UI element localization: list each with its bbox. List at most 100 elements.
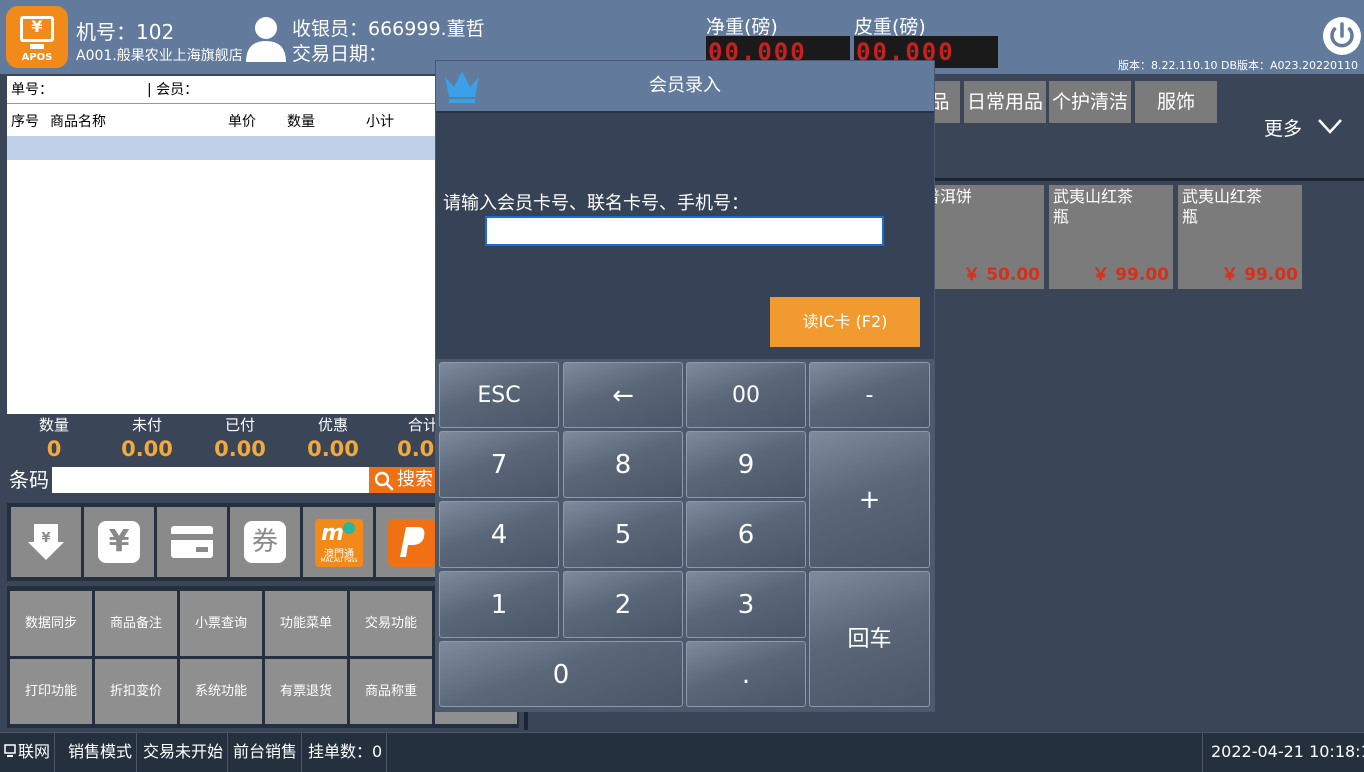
barcode-input[interactable]	[52, 467, 374, 493]
user-icon	[246, 17, 286, 62]
category-tab-apparel[interactable]: 服饰	[1135, 81, 1217, 123]
key-4[interactable]: 4	[439, 501, 559, 568]
key-5[interactable]: 5	[563, 501, 683, 568]
dialog-title-bar: 会员录入	[436, 61, 934, 111]
network-status: 联网	[0, 733, 56, 772]
tare-weight-label: 皮重(磅)	[854, 16, 926, 38]
key-0[interactable]: 0	[439, 641, 683, 707]
key-plus[interactable]: +	[809, 431, 930, 568]
trade-status: 交易未开始	[139, 733, 229, 772]
summary-paid: 已付 0.00	[214, 416, 266, 461]
machine-number: 机号：102	[76, 20, 175, 44]
trade-function-button[interactable]: 交易功能	[350, 591, 432, 656]
order-summary: 数量 0 未付 0.00 已付 0.00 优惠 0.00 合计 0.00	[7, 414, 449, 464]
col-unit-price: 单价	[228, 114, 256, 130]
product-weigh-button[interactable]: 商品称重	[350, 659, 432, 724]
key-8[interactable]: 8	[563, 431, 683, 498]
yuan-icon: ¥	[98, 521, 140, 563]
status-bar: 联网 销售模式 交易未开始 前台销售 挂单数：0 2022-04-21 10:1…	[0, 732, 1364, 772]
order-table-header: 序号 商品名称 单价 数量 小计	[7, 108, 439, 136]
key-double-zero[interactable]: 00	[686, 362, 806, 428]
numeric-keypad: ESC ← 00 - 7 8 9 + 4 5 6 1 2 3 回车 0 .	[436, 359, 934, 711]
order-list-panel: 单号： | 会员： 序号 商品名称 单价 数量 小计	[7, 76, 439, 414]
product-name: 武夷山红茶 瓶	[1053, 187, 1134, 226]
discount-price-button[interactable]: 折扣变价	[95, 659, 177, 724]
dialog-title: 会员录入	[649, 75, 721, 96]
key-2[interactable]: 2	[563, 571, 683, 638]
summary-quantity: 数量 0	[38, 416, 69, 461]
product-tile[interactable]: 武夷山红茶 瓶 ￥ 99.00	[1178, 185, 1302, 289]
card-payment-button[interactable]	[157, 507, 227, 577]
chevron-down-icon[interactable]	[1316, 116, 1344, 136]
product-name: 武夷山红茶 瓶	[1182, 187, 1263, 226]
col-subtotal: 小计	[366, 114, 394, 130]
function-menu-button[interactable]: 功能菜单	[265, 591, 347, 656]
col-seq: 序号	[11, 114, 39, 130]
key-minus[interactable]: -	[809, 362, 930, 428]
col-product-name: 商品名称	[50, 114, 106, 130]
member-prompt: 请输入会员卡号、联名卡号、手机号：	[443, 193, 749, 214]
receipt-return-button[interactable]: 有票退货	[265, 659, 347, 724]
cash-in-button[interactable]: ¥	[11, 507, 81, 577]
coupon-icon: 券	[244, 521, 286, 563]
sales-mode: 销售模式	[64, 733, 138, 772]
search-label: 搜索	[397, 469, 433, 490]
product-note-button[interactable]: 商品备注	[95, 591, 177, 656]
paypal-icon	[388, 519, 436, 567]
key-esc[interactable]: ESC	[439, 362, 559, 428]
macau-pass-icon: m 澳門通 MACAU Pass	[315, 519, 363, 567]
summary-unpaid: 未付 0.00	[121, 416, 173, 461]
barcode-label: 条码	[9, 468, 49, 492]
col-quantity: 数量	[287, 114, 315, 130]
member-number-input[interactable]	[485, 216, 884, 246]
paypal-button[interactable]	[376, 507, 439, 577]
store-name: A001.般果农业上海旗舰店	[76, 48, 243, 64]
key-9[interactable]: 9	[686, 431, 806, 498]
coupon-button[interactable]: 券	[230, 507, 300, 577]
key-6[interactable]: 6	[686, 501, 806, 568]
product-price: ￥ 50.00	[963, 265, 1040, 285]
read-ic-card-button[interactable]: 读IC卡 (F2)	[770, 297, 920, 347]
payment-bar: ¥ ¥ 券 m 澳門通 MACAU Pass	[7, 503, 439, 581]
order-info-row: 单号： | 会员：	[7, 76, 439, 104]
data-sync-button[interactable]: 数据同步	[10, 591, 92, 656]
member-entry-dialog: 会员录入 请输入会员卡号、联名卡号、手机号： 读IC卡 (F2) ESC ← 0…	[435, 60, 935, 712]
key-3[interactable]: 3	[686, 571, 806, 638]
macau-pass-button[interactable]: m 澳門通 MACAU Pass	[303, 507, 373, 577]
svg-text:¥: ¥	[41, 531, 50, 546]
print-function-button[interactable]: 打印功能	[10, 659, 92, 724]
key-enter[interactable]: 回车	[809, 571, 930, 707]
logo-text: APOS	[21, 52, 53, 63]
product-tile[interactable]: 武夷山红茶 瓶 ￥ 99.00	[1049, 185, 1173, 289]
divider	[436, 111, 934, 113]
system-function-button[interactable]: 系统功能	[180, 659, 262, 724]
version-info: 版本：8.22.110.10 DB版本：A023.20220110	[1118, 59, 1358, 72]
category-tab-personal-care[interactable]: 个护清洁	[1049, 81, 1131, 123]
cashier-name: 收银员：666999.董哲	[292, 18, 485, 40]
product-price: ￥ 99.00	[1221, 265, 1298, 285]
apos-logo: ¥ APOS	[6, 6, 68, 68]
hold-count: 挂单数：0	[304, 733, 388, 772]
search-button[interactable]: 搜索	[369, 467, 441, 493]
order-number-label: 单号：	[11, 82, 53, 98]
trade-date: 交易日期：	[292, 43, 388, 65]
table-row[interactable]	[7, 136, 439, 160]
key-7[interactable]: 7	[439, 431, 559, 498]
product-tile[interactable]: 普洱饼 、 ￥ 50.00	[920, 185, 1044, 289]
product-name: 普洱饼 、	[924, 187, 973, 226]
cash-payment-button[interactable]: ¥	[84, 507, 154, 577]
barcode-row: 条码 搜索	[7, 465, 441, 495]
product-price: ￥ 99.00	[1092, 265, 1169, 285]
card-icon	[171, 526, 213, 558]
category-tab-daily[interactable]: 日常用品	[964, 81, 1046, 123]
sales-type: 前台销售	[229, 733, 303, 772]
receipt-query-button[interactable]: 小票查询	[180, 591, 262, 656]
more-categories-label[interactable]: 更多	[1264, 114, 1302, 141]
key-dot[interactable]: .	[686, 641, 806, 707]
net-weight-label: 净重(磅)	[706, 16, 778, 38]
key-backspace[interactable]: ←	[563, 362, 683, 428]
network-icon	[4, 744, 16, 757]
cash-in-icon: ¥	[28, 524, 64, 560]
power-icon[interactable]	[1322, 16, 1362, 56]
key-1[interactable]: 1	[439, 571, 559, 638]
